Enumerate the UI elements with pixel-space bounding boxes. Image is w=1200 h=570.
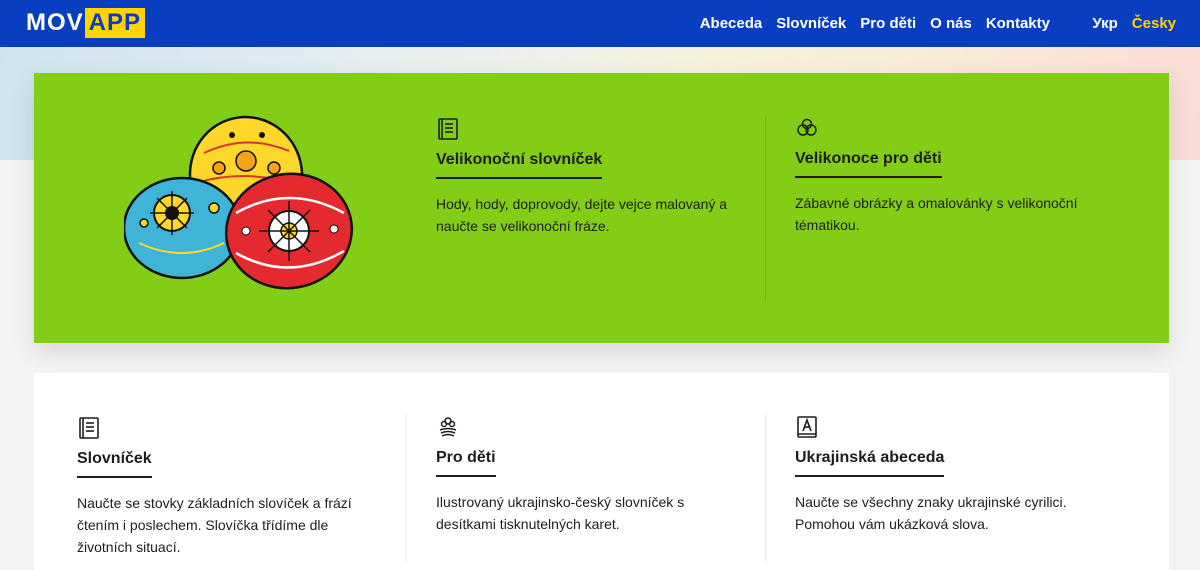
main-nav: Abeceda Slovníček Pro děti O nás Kontakt… bbox=[700, 0, 1050, 47]
clouds-icon bbox=[797, 118, 817, 136]
easter-dictionary-title[interactable]: Velikonoční slovníček bbox=[436, 151, 603, 179]
section-slovnicek: Slovníček Naučte se stovky základních sl… bbox=[77, 416, 377, 558]
nav-abeceda[interactable]: Abeceda bbox=[700, 15, 763, 32]
easter-kids-title[interactable]: Velikonoce pro děti bbox=[795, 150, 942, 178]
language-switcher: Укр Česky bbox=[1092, 0, 1176, 47]
site-header: MOV APP Abeceda Slovníček Pro děti O nás… bbox=[0, 0, 1200, 47]
easter-dictionary-text: Hody, hody, doprovody, dejte vejce malov… bbox=[436, 196, 728, 234]
logo[interactable]: MOV APP bbox=[26, 8, 146, 38]
section-slovnicek-title[interactable]: Slovníček bbox=[77, 450, 152, 478]
section-pro-deti-text: Ilustrovaný ukrajinsko-český slovníček s… bbox=[436, 494, 685, 532]
nav-pro-deti[interactable]: Pro děti bbox=[860, 15, 916, 32]
lang-czech[interactable]: Česky bbox=[1132, 15, 1176, 32]
easter-card: Velikonoční slovníček Hody, hody, doprov… bbox=[34, 73, 1169, 343]
easter-kids-text: Zábavné obrázky a omalovánky s velikonoč… bbox=[795, 195, 1078, 233]
easter-dictionary-block: Velikonoční slovníček Hody, hody, doprov… bbox=[436, 117, 746, 237]
nav-kontakty[interactable]: Kontakty bbox=[986, 15, 1050, 32]
easter-eggs-illustration bbox=[124, 115, 354, 290]
divider bbox=[765, 117, 766, 300]
divider bbox=[406, 413, 407, 563]
section-pro-deti: Pro děti Ilustrovaný ukrajinsko-český sl… bbox=[436, 415, 736, 535]
nav-o-nas[interactable]: O nás bbox=[930, 15, 972, 32]
nav-slovnicek[interactable]: Slovníček bbox=[776, 15, 846, 32]
logo-app-text: APP bbox=[84, 8, 146, 38]
section-abeceda-text: Naučte se všechny znaky ukrajinské cyril… bbox=[795, 494, 1067, 532]
easter-kids-block: Velikonoce pro děti Zábavné obrázky a om… bbox=[795, 116, 1115, 236]
letter-a-icon bbox=[797, 416, 817, 438]
sections-card: Slovníček Naučte se stovky základních sl… bbox=[34, 373, 1169, 570]
section-slovnicek-text: Naučte se stovky základních slovíček a f… bbox=[77, 495, 352, 555]
section-abeceda-title[interactable]: Ukrajinská abeceda bbox=[795, 449, 945, 477]
flower-icon bbox=[439, 417, 457, 437]
section-abeceda: Ukrajinská abeceda Naučte se všechny zna… bbox=[795, 415, 1115, 535]
section-pro-deti-title[interactable]: Pro děti bbox=[436, 449, 496, 477]
logo-mov-text: MOV bbox=[26, 9, 84, 36]
blue-egg bbox=[124, 176, 242, 280]
divider bbox=[765, 413, 766, 563]
lang-ukrainian[interactable]: Укр bbox=[1092, 15, 1117, 32]
book-icon bbox=[79, 417, 99, 439]
book-icon bbox=[438, 118, 458, 140]
